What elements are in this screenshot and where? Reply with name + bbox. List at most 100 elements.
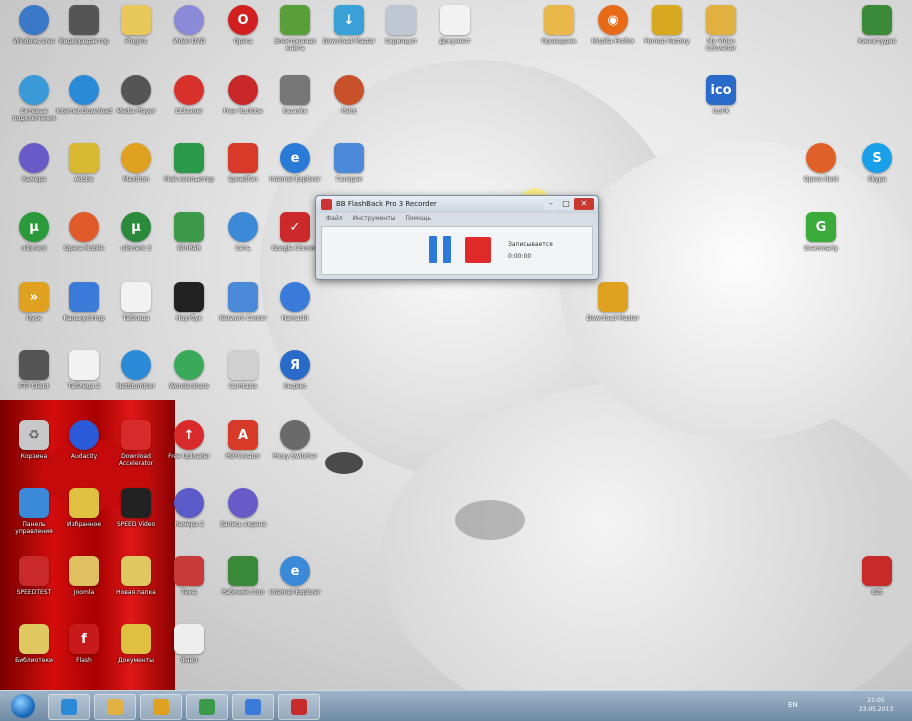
screenshot-icon — [386, 5, 416, 35]
desktop-icon[interactable]: Adobe — [55, 143, 113, 183]
desktop-icon[interactable]: Opera Mobile — [55, 212, 113, 252]
desktop-icon[interactable]: A PDFCreator — [214, 420, 272, 460]
desktop-icon[interactable]: Сеть — [214, 212, 272, 252]
desktop-icon[interactable]: NetStumbler — [107, 350, 165, 390]
desktop-icon[interactable]: Калькулятор — [55, 282, 113, 322]
desktop-icon[interactable]: G Grammarly — [792, 212, 850, 252]
desktop-icon[interactable]: Таблица 2 — [55, 350, 113, 390]
desktop-icon[interactable]: Файл — [160, 624, 218, 664]
desktop-icon[interactable]: ↓ Download Master — [320, 5, 378, 45]
menu-help[interactable]: Помощь — [405, 215, 431, 222]
desktop-icon-label: Internet Explorer — [269, 176, 321, 183]
desktop-icon-label: PDFCreator — [225, 453, 261, 460]
desktop-icon[interactable]: Мой компьютер — [160, 143, 218, 183]
desktop-icon[interactable]: Документы — [107, 624, 165, 664]
desktop-icon[interactable]: Camtasia — [214, 350, 272, 390]
desktop-icon[interactable]: Karaoke — [266, 75, 324, 115]
clock-date: 23.05.2013 — [858, 706, 894, 713]
maximize-button[interactable]: □ — [559, 198, 573, 210]
desktop-icon-label: SPEED Video — [116, 521, 156, 528]
audio-icon — [69, 420, 99, 450]
desktop-icon[interactable]: ico IcoFX — [692, 75, 750, 115]
close-button[interactable]: ✕ — [574, 198, 594, 210]
desktop-icon[interactable]: Opera Next — [792, 143, 850, 183]
desktop-icon[interactable]: S Skype — [848, 143, 906, 183]
desktop-icon[interactable]: SPEED Video — [107, 488, 165, 528]
taskbar-button-skype[interactable] — [140, 694, 182, 720]
desktop-icon[interactable]: Запись экрана — [214, 488, 272, 528]
desktop-icon[interactable]: f Flash — [55, 624, 113, 664]
taskbar-button-maxthon[interactable] — [186, 694, 228, 720]
desktop-icon[interactable]: Wondershare — [160, 350, 218, 390]
desktop-icon[interactable]: ↑ Free Uploader — [160, 420, 218, 460]
desktop-icon[interactable]: Download Accelerator — [107, 420, 165, 467]
desktop-icon-label: Избранное — [66, 521, 102, 528]
desktop-icon[interactable]: Video DVD — [160, 5, 218, 45]
desktop-icon[interactable]: Проводник — [530, 5, 588, 45]
desktop-icon[interactable]: CCleaner — [160, 75, 218, 115]
desktop-icon[interactable]: Paint — [320, 75, 378, 115]
desktop-icon[interactable]: Audacity — [55, 420, 113, 460]
desktop-icon[interactable]: WinRAR — [160, 212, 218, 252]
desktop-icon[interactable]: Proxy Switcher — [266, 420, 324, 460]
stop-button[interactable] — [465, 237, 491, 263]
taskbar-button-recorder[interactable] — [278, 694, 320, 720]
recorder-menu-bar: Файл Инструменты Помощь — [316, 213, 598, 224]
desktop-icon[interactable]: Рабочий стол — [214, 556, 272, 596]
desktop-icon[interactable]: Gift — [848, 556, 906, 596]
gift-icon — [862, 556, 892, 586]
desktop-icon[interactable]: Таблица — [107, 282, 165, 322]
menu-file[interactable]: Файл — [326, 215, 343, 222]
start-button[interactable] — [6, 693, 40, 719]
desktop-icon[interactable]: Free YouTube — [214, 75, 272, 115]
desktop-icon[interactable]: Новая папка — [107, 556, 165, 596]
desktop-icon[interactable]: Internet Download — [55, 75, 113, 115]
taskbar-button-ie[interactable] — [48, 694, 90, 720]
desktop-icon[interactable]: e Internet Explorer — [266, 556, 324, 596]
language-indicator[interactable]: EN — [788, 701, 798, 709]
youtube-icon — [228, 75, 258, 105]
desktop-icon[interactable]: Я Яндекс — [266, 350, 324, 390]
desktop-icon[interactable]: Download Master — [584, 282, 642, 322]
taskbar-button-network[interactable] — [232, 694, 274, 720]
desktop-icon[interactable]: Maxthon — [107, 143, 165, 183]
photo-icon — [334, 143, 364, 173]
video-download-icon — [121, 488, 151, 518]
desktop-icon[interactable]: Киностудия — [848, 5, 906, 45]
recorder-window[interactable]: BB FlashBack Pro 3 Recorder – □ ✕ Файл И… — [315, 195, 599, 280]
minimize-button[interactable]: – — [544, 198, 558, 210]
desktop-icon[interactable]: Format Factory — [638, 5, 696, 45]
desktop-icon[interactable]: µ uTorrent 3 — [107, 212, 165, 252]
menu-tools[interactable]: Инструменты — [353, 215, 396, 222]
desktop-icon[interactable]: Электронная книга — [266, 5, 324, 52]
desktop-icon[interactable]: Избранное — [55, 488, 113, 528]
desktop-icon[interactable]: SpeedFan — [214, 143, 272, 183]
desktop-icon[interactable]: Hamachi — [266, 282, 324, 322]
desktop-icon[interactable]: ◉ Mozilla Firefox — [584, 5, 642, 45]
desktop-icon-label: Видеоредактор — [59, 38, 109, 45]
desktop-icon[interactable]: Network Center — [214, 282, 272, 322]
desktop-icon[interactable]: Видеоредактор — [55, 5, 113, 45]
desktop-icon[interactable]: Скриншот — [372, 5, 430, 45]
desktop-icon[interactable]: My Video Converter — [692, 5, 750, 52]
opera-next-icon — [806, 143, 836, 173]
desktop-icon-label: Тема — [181, 589, 197, 596]
desktop-icon-label: Файл — [180, 657, 198, 664]
ccleaner-icon — [174, 75, 204, 105]
desktop-icon[interactable]: O Opera — [214, 5, 272, 45]
checkmark-icon: ✓ — [280, 212, 310, 242]
desktop-icon[interactable]: Галерея — [320, 143, 378, 183]
desktop-icon[interactable]: Камера 2 — [160, 488, 218, 528]
pause-button[interactable] — [429, 236, 451, 263]
desktop-icon-label: Киностудия — [858, 38, 896, 45]
taskbar-button-explorer[interactable] — [94, 694, 136, 720]
desktop-icon[interactable]: e Internet Explorer — [266, 143, 324, 183]
desktop-icon[interactable]: Joomla — [55, 556, 113, 596]
desktop-icon[interactable]: Plugins — [107, 5, 165, 45]
desktop-icon[interactable]: Ноутбук — [160, 282, 218, 322]
desktop-icon[interactable]: Media Player — [107, 75, 165, 115]
desktop-icon[interactable]: Тема — [160, 556, 218, 596]
recorder-title-bar[interactable]: BB FlashBack Pro 3 Recorder – □ ✕ — [316, 196, 598, 213]
system-clock[interactable]: 21:05 23.05.2013 — [846, 696, 906, 714]
desktop-icon[interactable]: Документ — [426, 5, 484, 45]
